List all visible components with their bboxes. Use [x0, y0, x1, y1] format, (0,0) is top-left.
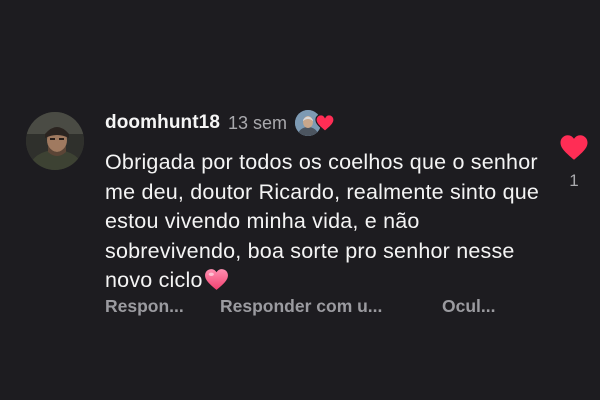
hide-button[interactable]: Ocul... [442, 296, 495, 317]
reply-with-button[interactable]: Responder com u... [220, 296, 382, 317]
avatar[interactable] [26, 112, 84, 170]
like-control: 1 [556, 134, 592, 191]
comment-text: Obrigada por todos os coelhos que o senh… [105, 148, 545, 296]
comment-header: doomhunt18 13 sem [105, 110, 335, 136]
comment-actions: Respon... Responder com u... Ocul... [0, 296, 600, 318]
creator-like-badge [295, 110, 335, 136]
heart-emoji [204, 269, 228, 290]
comment-item: doomhunt18 13 sem Obrigada por todos os … [0, 0, 600, 400]
heart-icon [315, 114, 335, 132]
reply-button[interactable]: Respon... [105, 296, 184, 317]
comment-text-content: Obrigada por todos os coelhos que o senh… [105, 150, 540, 292]
like-heart-icon[interactable] [559, 134, 589, 161]
username[interactable]: doomhunt18 [105, 112, 220, 134]
timestamp: 13 sem [228, 112, 288, 133]
like-count: 1 [569, 171, 579, 190]
